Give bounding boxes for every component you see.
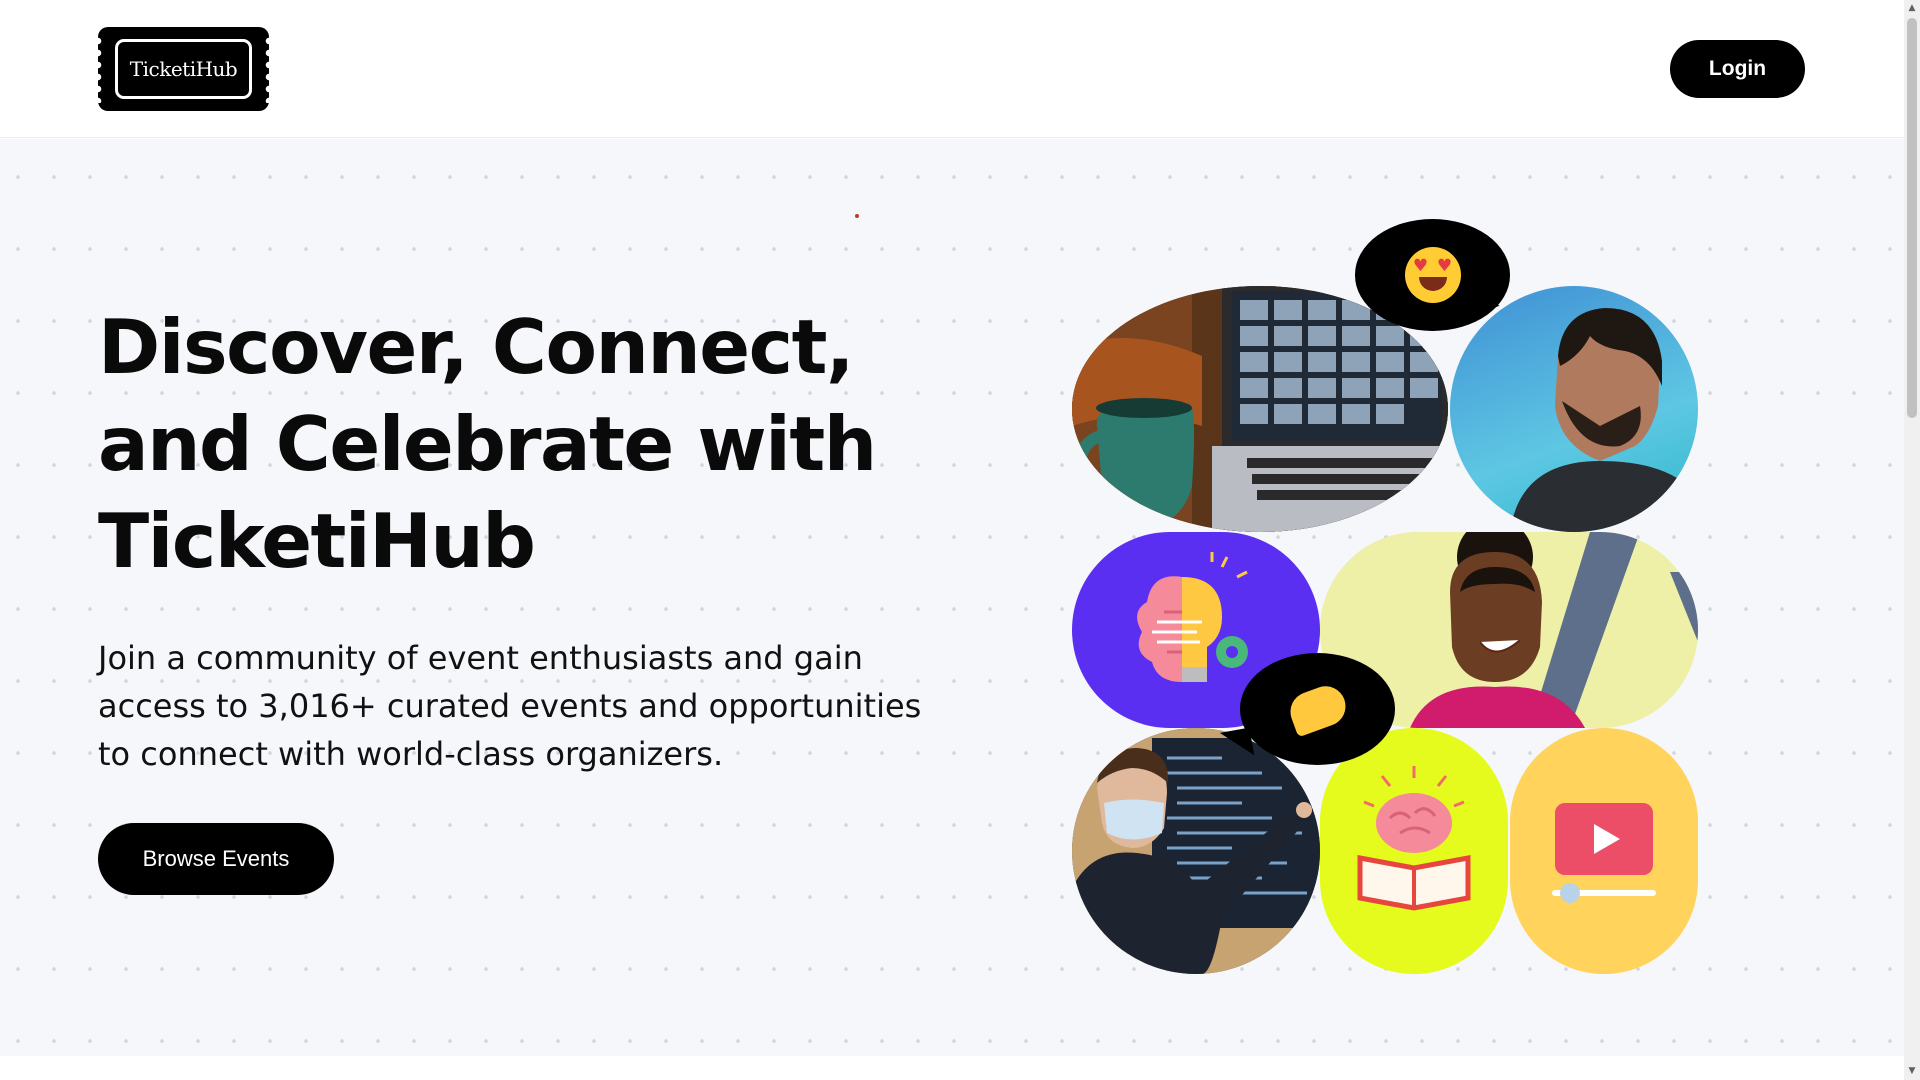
site-header: TicketiHub Login — [0, 0, 1904, 138]
hero-section: Discover, Connect, and Celebrate with Ti… — [0, 139, 1904, 1056]
hero-title-line: TicketiHub — [98, 497, 536, 585]
page-scrollbar[interactable]: ▲ ▼ — [1904, 0, 1920, 1080]
logo-text: TicketiHub — [129, 57, 238, 81]
scrollbar-thumb[interactable] — [1907, 18, 1917, 418]
hero-subtitle-line: access to 3,016+ curated events and oppo… — [98, 687, 922, 725]
hero-title-line: and Celebrate with — [98, 400, 877, 488]
hero-title: Discover, Connect, and Celebrate with Ti… — [98, 299, 918, 590]
browse-events-button[interactable]: Browse Events — [98, 823, 334, 895]
logo-ticket-frame: TicketiHub — [115, 39, 252, 99]
hero-subtitle: Join a community of event enthusiasts an… — [98, 634, 928, 778]
hero-subtitle-line: Join a community of event enthusiasts an… — [98, 639, 863, 677]
decorative-dot — [855, 214, 859, 218]
ticketihub-logo[interactable]: TicketiHub — [94, 27, 273, 111]
hero-subtitle-line: to connect with world-class organizers. — [98, 735, 724, 773]
login-button[interactable]: Login — [1670, 40, 1805, 98]
scroll-down-arrow-icon[interactable]: ▼ — [1907, 1066, 1917, 1076]
scroll-up-arrow-icon[interactable]: ▲ — [1907, 3, 1917, 13]
hero-title-line: Discover, Connect, — [98, 303, 854, 391]
